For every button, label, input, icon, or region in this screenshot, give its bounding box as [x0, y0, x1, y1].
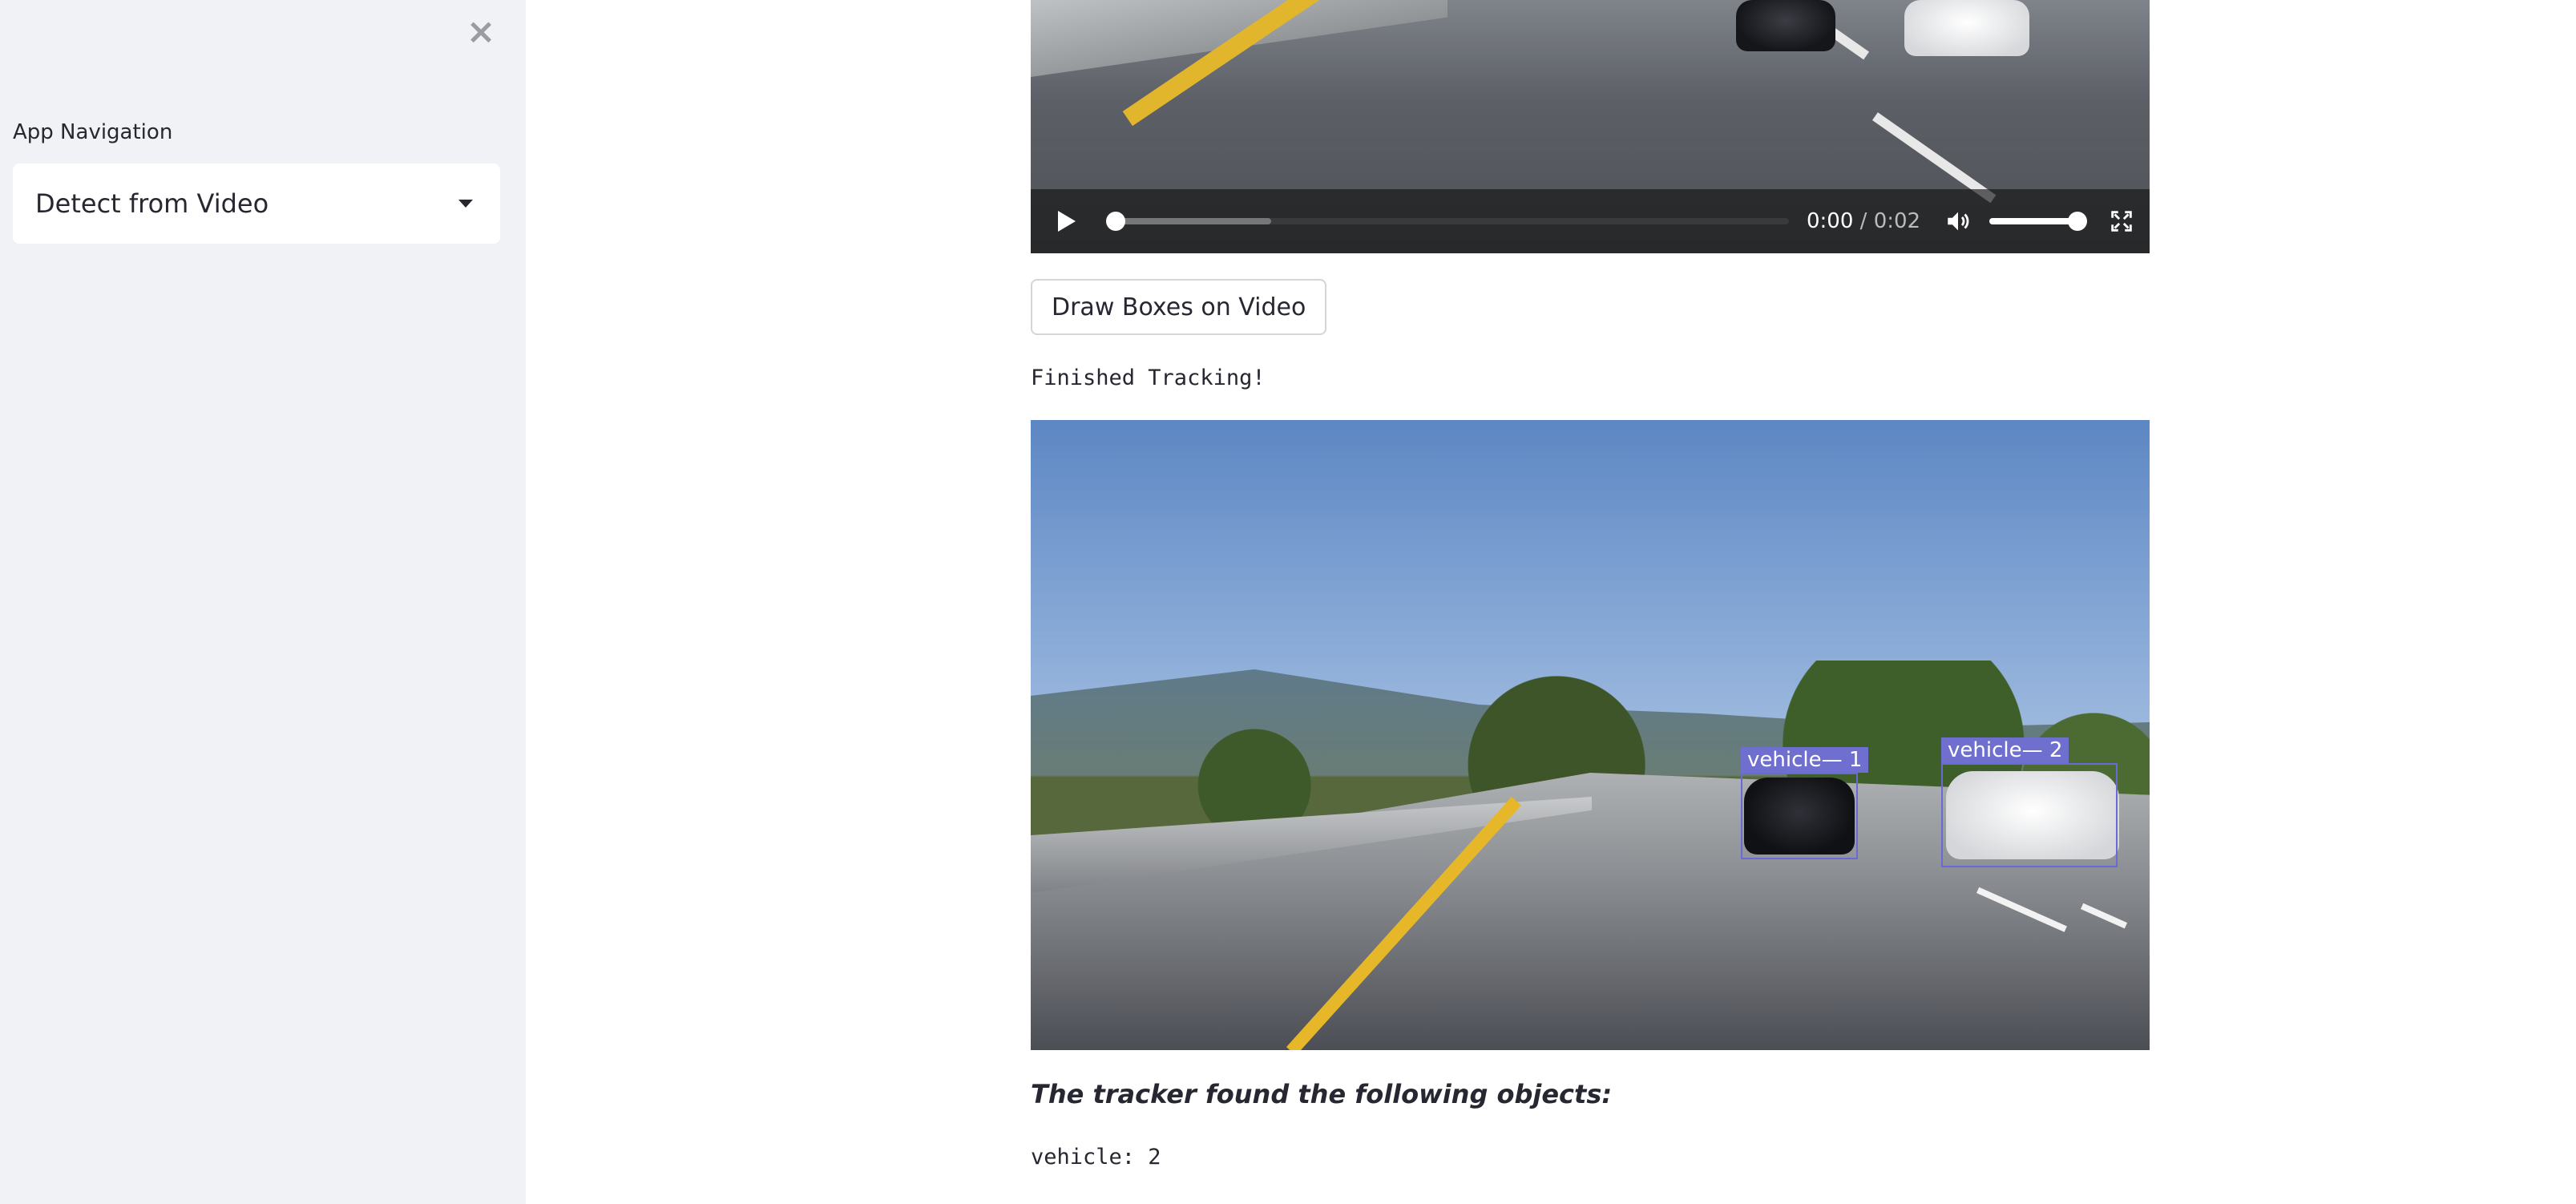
detection-label: vehicle— 2 — [1941, 737, 2069, 763]
close-sidebar-icon[interactable]: × — [463, 14, 499, 50]
tracking-status: Finished Tracking! — [1031, 366, 1266, 390]
volume-knob[interactable] — [2068, 212, 2088, 231]
app-navigation-select[interactable]: Detect from Video — [13, 164, 500, 244]
time-separator: / — [1853, 209, 1874, 233]
time-display: 0:00 / 0:02 — [1807, 209, 1920, 233]
buffered-range — [1108, 218, 1271, 224]
object-count: vehicle: 2 — [1031, 1145, 1161, 1170]
duration: 0:02 — [1873, 209, 1921, 233]
play-icon[interactable] — [1058, 211, 1076, 232]
detection-label: vehicle— 1 — [1741, 747, 1869, 773]
video-controls: 0:00 / 0:02 — [1031, 189, 2150, 253]
sidebar: × App Navigation Detect from Video — [0, 0, 526, 1204]
video-player[interactable]: 0:00 / 0:02 — [1031, 0, 2150, 253]
results-caption: The tracker found the following objects: — [1031, 1079, 1613, 1109]
detection-box: vehicle— 1 — [1741, 747, 1869, 859]
video-frame-car — [1904, 0, 2029, 56]
draw-boxes-button[interactable]: Draw Boxes on Video — [1031, 279, 1327, 335]
tracked-frame-image: vehicle— 1 vehicle— 2 — [1031, 420, 2150, 1050]
video-frame-car — [1736, 0, 1835, 51]
main-content: 0:00 / 0:02 Draw Boxes on Video Finished… — [526, 0, 2576, 1204]
current-time: 0:00 — [1807, 209, 1854, 233]
fullscreen-icon[interactable] — [2108, 208, 2135, 235]
selected-page-value: Detect from Video — [35, 188, 269, 219]
app-navigation-label: App Navigation — [13, 120, 173, 144]
detection-box: vehicle— 2 — [1941, 737, 2118, 867]
progress-knob[interactable] — [1106, 212, 1125, 231]
volume-icon[interactable] — [1944, 208, 1972, 235]
volume-slider[interactable] — [1989, 212, 2088, 231]
video-progress-bar[interactable] — [1106, 212, 1789, 231]
chevron-down-icon — [458, 200, 473, 208]
